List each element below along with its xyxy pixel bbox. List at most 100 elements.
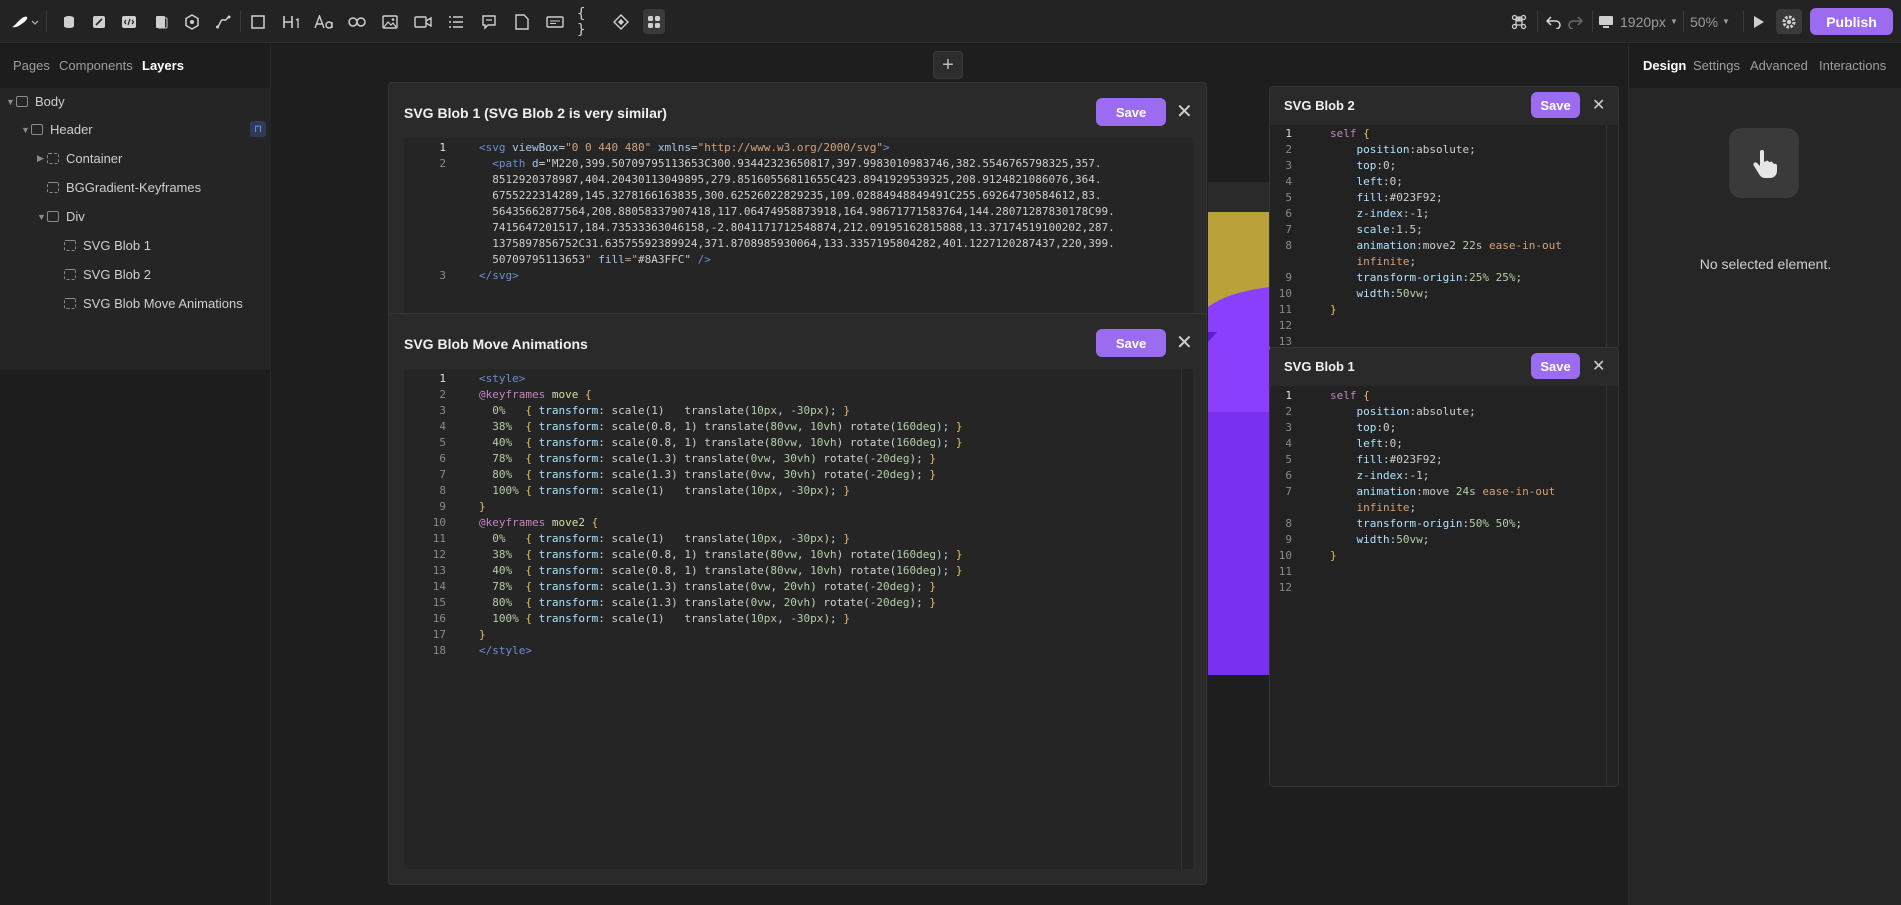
line-number: 17 — [432, 628, 446, 641]
tab-advanced[interactable]: Advanced — [1750, 58, 1808, 73]
component-diamond-icon[interactable] — [610, 9, 632, 34]
tab-design[interactable]: Design — [1643, 58, 1686, 73]
add-section-button[interactable]: + — [933, 51, 963, 79]
code-editor[interactable]: 1 2 3 4 5 6 7 8 9 10 11 12 self { position:absolute;… — [1270, 386, 1618, 786]
database-icon[interactable] — [58, 9, 80, 34]
layer-svg-blob-1[interactable]: SVG Blob 1 — [64, 238, 151, 253]
settings-gear-icon[interactable] — [1776, 9, 1802, 34]
panel-title: SVG Blob 2 — [1284, 98, 1355, 113]
layer-div[interactable]: ▼ Div — [37, 209, 85, 224]
page-icon[interactable] — [511, 9, 533, 34]
list-icon[interactable] — [445, 9, 467, 34]
code-line: width:50vw; — [1356, 533, 1430, 546]
blob-preview-icon — [1208, 212, 1270, 675]
code-line: animation:move 24s ease-in-out — [1356, 485, 1556, 498]
layer-svg-blob-move-animations[interactable]: SVG Blob Move Animations — [64, 296, 243, 311]
code-line: position:absolute; — [1356, 405, 1476, 418]
tab-components[interactable]: Components — [59, 58, 133, 73]
code-editor[interactable]: 1 2 3 <svg viewBox="0 0 440 480" xmlns="htt… — [404, 138, 1193, 318]
component-icon[interactable] — [181, 9, 203, 34]
save-button[interactable]: Save — [1096, 329, 1166, 357]
code-block-icon — [64, 298, 76, 309]
editor-scrollbar[interactable] — [1181, 369, 1193, 869]
code-line: <svg viewBox="0 0 440 480" xmlns="http:/… — [479, 141, 890, 154]
undo-icon[interactable] — [1543, 9, 1565, 34]
text-icon[interactable] — [313, 9, 335, 34]
line-number: 10 — [1278, 549, 1292, 562]
image-icon[interactable] — [379, 9, 401, 34]
save-button[interactable]: Save — [1531, 353, 1580, 379]
code-line: self { — [1330, 127, 1370, 140]
heading-icon[interactable] — [280, 9, 304, 34]
line-number: 4 — [439, 420, 446, 433]
layer-header[interactable]: ▼ Header ⊓ — [21, 121, 266, 137]
caret-down-icon: ▼ — [6, 96, 15, 107]
line-number: 18 — [432, 644, 446, 657]
redo-icon[interactable] — [1564, 9, 1586, 34]
code-line: left:0; — [1356, 437, 1403, 450]
interaction-path-icon[interactable] — [212, 9, 234, 34]
code-editor[interactable]: 1 2 3 4 5 6 7 8 9 10 11 12 13 14 15 16 17 18 <style> @keyfr… — [404, 369, 1193, 869]
editor-scrollbar[interactable] — [1606, 386, 1618, 786]
tab-interactions[interactable]: Interactions — [1819, 58, 1886, 73]
tab-settings[interactable]: Settings — [1693, 58, 1740, 73]
zoom-selector[interactable]: 50% ▼ — [1690, 9, 1740, 34]
code-line: <style> — [479, 372, 526, 385]
save-button[interactable]: Save — [1531, 92, 1580, 118]
code-editor[interactable]: 1 2 3 4 5 6 7 8 9 10 11 12 13 self { position:absolut… — [1270, 125, 1618, 347]
code-line: left:0; — [1356, 175, 1403, 188]
line-number: 1 — [439, 141, 446, 154]
code-line: 38% { transform: scale(0.8, 1) translate… — [492, 548, 963, 561]
code-braces-icon[interactable]: { } — [577, 6, 599, 38]
toolbar-divider — [1592, 11, 1593, 32]
toolbar-divider — [1743, 11, 1744, 32]
code-line: </svg> — [479, 269, 519, 282]
save-button[interactable]: Save — [1096, 98, 1166, 126]
tab-pages[interactable]: Pages — [13, 58, 50, 73]
editor-scrollbar[interactable] — [1606, 125, 1618, 347]
toolbar-divider — [240, 11, 241, 32]
line-number: 9 — [1285, 533, 1292, 546]
code-line: 80% { transform: scale(1.3) translate(0v… — [492, 596, 937, 609]
line-number: 11 — [432, 532, 446, 545]
form-input-icon[interactable] — [544, 9, 566, 34]
line-number: 9 — [439, 500, 446, 513]
close-icon[interactable]: ✕ — [1176, 333, 1193, 353]
layer-body[interactable]: ▼ Body — [6, 94, 65, 109]
line-number: 5 — [439, 436, 446, 449]
library-icon[interactable] — [150, 9, 172, 34]
edit-icon[interactable] — [88, 9, 110, 34]
tap-hand-icon — [1729, 128, 1799, 198]
link-icon[interactable] — [346, 9, 368, 34]
viewport-selector[interactable]: 1920px ▼ — [1598, 9, 1682, 34]
comment-icon[interactable] — [478, 9, 500, 34]
video-icon[interactable] — [412, 9, 434, 34]
layer-svg-blob-2[interactable]: SVG Blob 2 — [64, 267, 151, 282]
close-icon[interactable]: ✕ — [1592, 357, 1605, 377]
play-preview-icon[interactable] — [1748, 9, 1770, 34]
apps-grid-icon[interactable] — [643, 9, 665, 34]
line-number: 12 — [1278, 581, 1292, 594]
square-element-icon[interactable] — [247, 9, 269, 34]
code-line: } — [1330, 549, 1337, 562]
code-line: 40% { transform: scale(0.8, 1) translate… — [492, 436, 963, 449]
panel-title: SVG Blob 1 — [1284, 359, 1355, 374]
code-line: 78% { transform: scale(1.3) translate(0v… — [492, 580, 937, 593]
code-embed-icon[interactable] — [118, 9, 140, 34]
caret-down-icon: ▼ — [21, 124, 30, 135]
line-number: 1 — [1285, 127, 1292, 140]
publish-button[interactable]: Publish — [1810, 8, 1893, 35]
layer-label: SVG Blob 1 — [83, 238, 151, 253]
chevron-down-icon: ▼ — [1722, 17, 1730, 26]
logo-menu-button[interactable] — [6, 9, 42, 34]
command-icon[interactable] — [1507, 9, 1531, 34]
close-icon[interactable]: ✕ — [1592, 96, 1605, 116]
layer-bggradient-keyframes[interactable]: BGGradient-Keyframes — [47, 180, 201, 195]
tab-layers[interactable]: Layers — [142, 58, 184, 73]
code-line: fill:#023F92; — [1356, 453, 1443, 466]
close-icon[interactable]: ✕ — [1176, 102, 1193, 122]
layer-container[interactable]: ▶ Container — [37, 151, 122, 166]
code-block-icon — [64, 240, 76, 251]
line-number: 8 — [439, 484, 446, 497]
line-number: 16 — [432, 612, 446, 625]
